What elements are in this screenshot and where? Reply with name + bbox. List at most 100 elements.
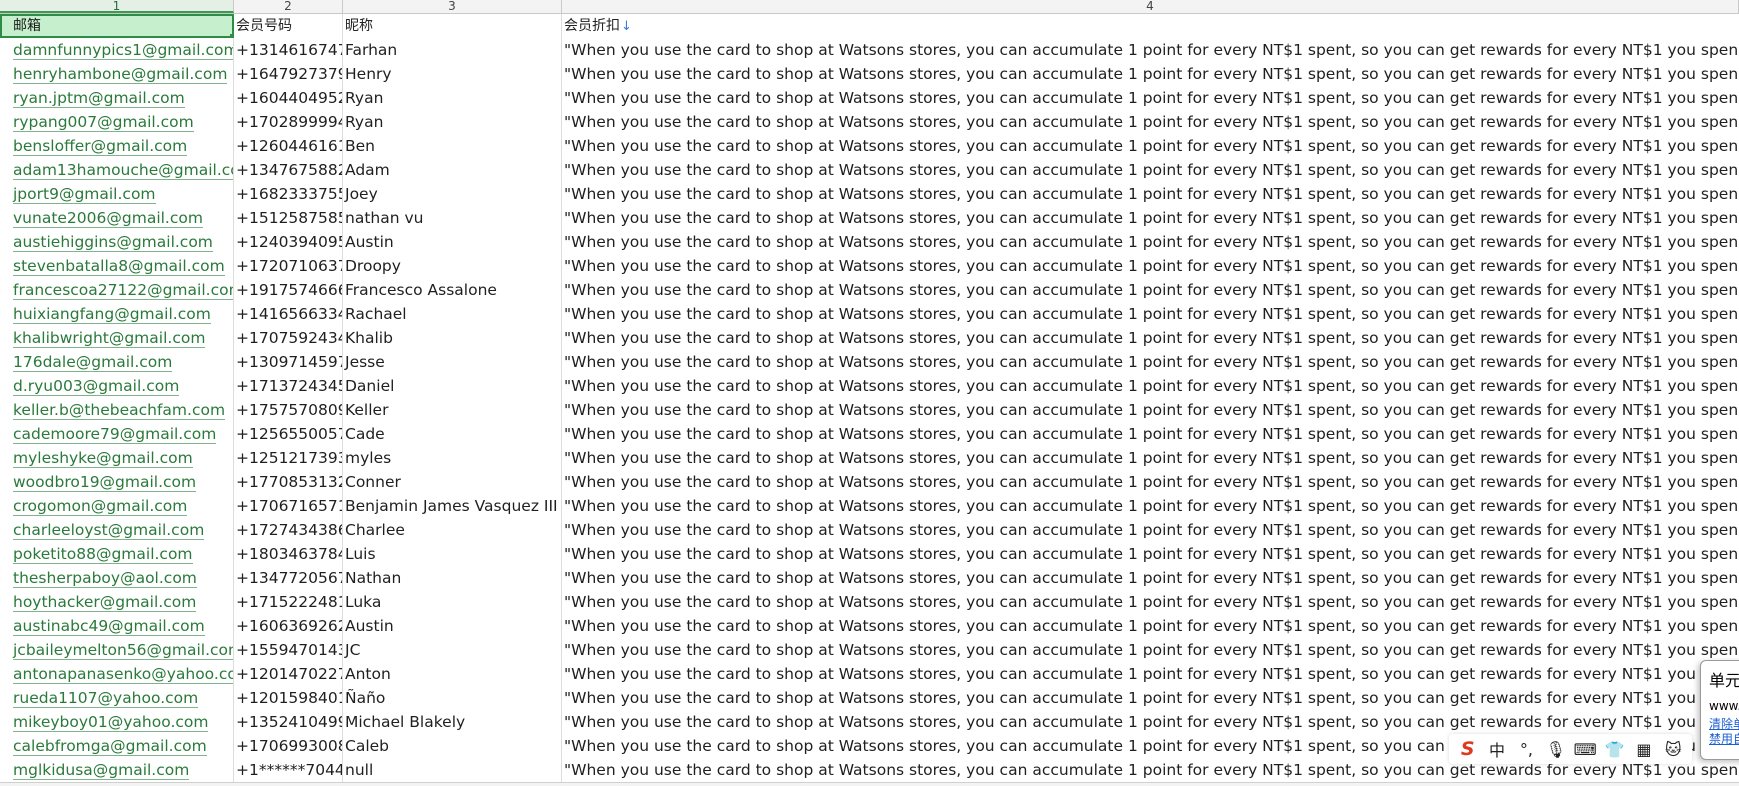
- member-id-cell[interactable]: +17075924347: [234, 326, 343, 350]
- nickname-cell[interactable]: Henry: [343, 62, 562, 86]
- member-id-cell[interactable]: +13524104999: [234, 710, 343, 734]
- nickname-cell[interactable]: Ben: [343, 134, 562, 158]
- email-link[interactable]: vunate2006@gmail.com: [13, 209, 203, 228]
- email-cell[interactable]: crogomon@gmail.com: [0, 494, 234, 518]
- email-cell[interactable]: ryan.jptm@gmail.com: [0, 86, 234, 110]
- nickname-cell[interactable]: Francesco Assalone: [343, 278, 562, 302]
- email-cell[interactable]: khalibwright@gmail.com: [0, 326, 234, 350]
- column-header-3[interactable]: 3: [343, 0, 562, 13]
- microphone-icon[interactable]: 🎙: [1545, 738, 1567, 760]
- email-cell[interactable]: mikeyboy01@yahoo.com: [0, 710, 234, 734]
- email-link[interactable]: calebfromga@gmail.com: [13, 737, 207, 756]
- skin-icon[interactable]: 👕: [1604, 738, 1626, 760]
- discount-cell[interactable]: "When you use the card to shop at Watson…: [562, 470, 1739, 494]
- email-cell[interactable]: rueda1107@yahoo.com: [0, 686, 234, 710]
- member-id-cell[interactable]: +12403940954: [234, 230, 343, 254]
- discount-cell[interactable]: "When you use the card to shop at Watson…: [562, 446, 1739, 470]
- nickname-cell[interactable]: Ryan: [343, 86, 562, 110]
- nickname-cell[interactable]: null: [343, 758, 562, 782]
- member-id-cell[interactable]: +17067165713: [234, 494, 343, 518]
- nickname-cell[interactable]: Austin: [343, 614, 562, 638]
- email-link[interactable]: keller.b@thebeachfam.com: [13, 401, 226, 420]
- member-id-cell[interactable]: +17708531320: [234, 470, 343, 494]
- email-link[interactable]: charleeloyst@gmail.com: [13, 521, 205, 540]
- discount-cell[interactable]: "When you use the card to shop at Watson…: [562, 614, 1739, 638]
- email-link[interactable]: henryhambone@gmail.com: [13, 65, 228, 84]
- member-id-cell[interactable]: +15125875859: [234, 206, 343, 230]
- email-link[interactable]: damnfunnypics1@gmail.com: [13, 41, 233, 60]
- nickname-cell[interactable]: Jesse: [343, 350, 562, 374]
- member-id-cell[interactable]: +16479273792: [234, 62, 343, 86]
- email-cell[interactable]: mglkidusa@gmail.com: [0, 758, 234, 782]
- discount-cell[interactable]: "When you use the card to shop at Watson…: [562, 422, 1739, 446]
- email-link[interactable]: jport9@gmail.com: [13, 185, 156, 204]
- header-cell-member-id[interactable]: 会员号码: [234, 14, 343, 38]
- member-id-cell[interactable]: +17028999940: [234, 110, 343, 134]
- member-id-cell[interactable]: +12565500578: [234, 422, 343, 446]
- punctuation-icon[interactable]: °,: [1515, 738, 1537, 760]
- discount-cell[interactable]: "When you use the card to shop at Watson…: [562, 590, 1739, 614]
- discount-cell[interactable]: "When you use the card to shop at Watson…: [562, 710, 1739, 734]
- nickname-cell[interactable]: Caleb: [343, 734, 562, 758]
- email-cell[interactable]: henryhambone@gmail.com: [0, 62, 234, 86]
- email-cell[interactable]: vunate2006@gmail.com: [0, 206, 234, 230]
- nickname-cell[interactable]: Austin: [343, 230, 562, 254]
- email-link[interactable]: mikeyboy01@yahoo.com: [13, 713, 209, 732]
- column-header-1[interactable]: 1: [0, 0, 234, 13]
- member-id-cell[interactable]: +18034637848: [234, 542, 343, 566]
- email-cell[interactable]: huixiangfang@gmail.com: [0, 302, 234, 326]
- discount-cell[interactable]: "When you use the card to shop at Watson…: [562, 518, 1739, 542]
- member-id-cell[interactable]: +16823337552: [234, 182, 343, 206]
- nickname-cell[interactable]: Khalib: [343, 326, 562, 350]
- email-link[interactable]: hoythacker@gmail.com: [13, 593, 197, 612]
- member-id-cell[interactable]: +19175746664: [234, 278, 343, 302]
- nickname-cell[interactable]: Joey: [343, 182, 562, 206]
- discount-cell[interactable]: "When you use the card to shop at Watson…: [562, 158, 1739, 182]
- email-cell[interactable]: jcbaileymelton56@gmail.com: [0, 638, 234, 662]
- discount-cell[interactable]: "When you use the card to shop at Watson…: [562, 62, 1739, 86]
- discount-cell[interactable]: "When you use the card to shop at Watson…: [562, 350, 1739, 374]
- email-cell[interactable]: d.ryu003@gmail.com: [0, 374, 234, 398]
- email-cell[interactable]: damnfunnypics1@gmail.com: [0, 38, 234, 62]
- email-cell[interactable]: adam13hamouche@gmail.com: [0, 158, 234, 182]
- nickname-cell[interactable]: Adam: [343, 158, 562, 182]
- sogou-logo-icon[interactable]: S: [1457, 738, 1479, 760]
- toolbox-grid-icon[interactable]: ▦: [1633, 738, 1655, 760]
- email-link[interactable]: rypang007@gmail.com: [13, 113, 194, 132]
- email-cell[interactable]: keller.b@thebeachfam.com: [0, 398, 234, 422]
- nickname-cell[interactable]: Ryan: [343, 110, 562, 134]
- popup-link-clear[interactable]: 清除单: [1709, 717, 1739, 732]
- nickname-cell[interactable]: Droopy: [343, 254, 562, 278]
- email-cell[interactable]: 176dale@gmail.com: [0, 350, 234, 374]
- email-cell[interactable]: hoythacker@gmail.com: [0, 590, 234, 614]
- email-cell[interactable]: rypang007@gmail.com: [0, 110, 234, 134]
- member-id-cell[interactable]: +1******7044: [234, 758, 343, 782]
- nickname-cell[interactable]: myles: [343, 446, 562, 470]
- email-cell[interactable]: stevenbatalla8@gmail.com: [0, 254, 234, 278]
- email-cell[interactable]: charleeloyst@gmail.com: [0, 518, 234, 542]
- email-link[interactable]: crogomon@gmail.com: [13, 497, 188, 516]
- nickname-cell[interactable]: Conner: [343, 470, 562, 494]
- email-link[interactable]: jcbaileymelton56@gmail.com: [13, 641, 233, 660]
- member-id-cell[interactable]: +16063692622: [234, 614, 343, 638]
- nickname-cell[interactable]: Charlee: [343, 518, 562, 542]
- email-link[interactable]: d.ryu003@gmail.com: [13, 377, 180, 396]
- member-id-cell[interactable]: +13146167479: [234, 38, 343, 62]
- member-id-cell[interactable]: +13477205671: [234, 566, 343, 590]
- discount-cell[interactable]: "When you use the card to shop at Watson…: [562, 662, 1739, 686]
- email-link[interactable]: antonapanasenko@yahoo.com: [13, 665, 233, 684]
- member-id-cell[interactable]: +17207106373: [234, 254, 343, 278]
- email-cell[interactable]: cademoore79@gmail.com: [0, 422, 234, 446]
- email-link[interactable]: poketito88@gmail.com: [13, 545, 193, 564]
- discount-cell[interactable]: "When you use the card to shop at Watson…: [562, 542, 1739, 566]
- nickname-cell[interactable]: Nathan: [343, 566, 562, 590]
- email-link[interactable]: khalibwright@gmail.com: [13, 329, 206, 348]
- email-cell[interactable]: austinabc49@gmail.com: [0, 614, 234, 638]
- discount-cell[interactable]: "When you use the card to shop at Watson…: [562, 686, 1739, 710]
- member-id-cell[interactable]: +12604461615: [234, 134, 343, 158]
- keyboard-icon[interactable]: ⌨: [1574, 738, 1597, 760]
- horizontal-scrollbar[interactable]: [0, 782, 1739, 786]
- email-cell[interactable]: francescoa27122@gmail.com: [0, 278, 234, 302]
- email-link[interactable]: adam13hamouche@gmail.com: [13, 161, 233, 180]
- column-header-2[interactable]: 2: [234, 0, 343, 13]
